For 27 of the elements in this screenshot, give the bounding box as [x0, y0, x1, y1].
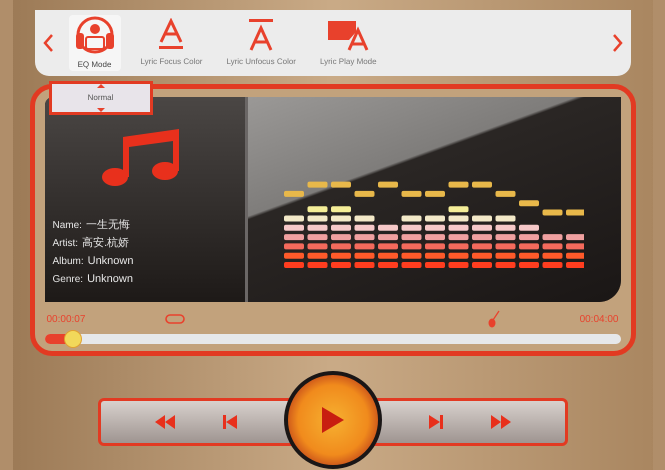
progress-thumb[interactable] — [64, 330, 82, 348]
info-value: Unknown — [87, 273, 133, 286]
eq-mode-dropdown[interactable]: Normal — [48, 81, 152, 115]
letter-overline-icon — [248, 18, 274, 52]
next-arrow-icon[interactable] — [612, 34, 622, 52]
violin-icon[interactable] — [488, 310, 500, 328]
elapsed-time: 00:00:07 — [46, 312, 86, 326]
block-letter-icon — [327, 18, 370, 52]
total-time: 00:04:00 — [580, 312, 618, 326]
previous-arrow-icon[interactable] — [42, 34, 52, 52]
info-value: 一生无悔 — [86, 219, 130, 232]
down-arrow-icon — [96, 108, 104, 112]
info-value: 高安.杭娇 — [82, 237, 130, 250]
info-value: Unknown — [88, 255, 134, 268]
play-icon — [322, 407, 344, 433]
info-label: Artist: — [52, 237, 78, 250]
toolbar-item[interactable]: Lyric Focus Color — [136, 18, 206, 68]
info-label: Name: — [52, 219, 82, 232]
info-label: Genre: — [52, 273, 84, 286]
repeat-icon[interactable] — [165, 312, 186, 326]
letter-underline-icon — [158, 18, 184, 52]
toolbar-item[interactable]: Lyric Unfocus Color — [222, 18, 300, 68]
eq-mode-value: Normal — [88, 94, 114, 102]
toolbar-item[interactable]: Lyric Play Mode — [316, 18, 381, 68]
info-label: Album: — [52, 255, 84, 268]
toolbar-item[interactable]: EQ Mode — [68, 15, 120, 71]
up-arrow-icon — [96, 84, 104, 88]
